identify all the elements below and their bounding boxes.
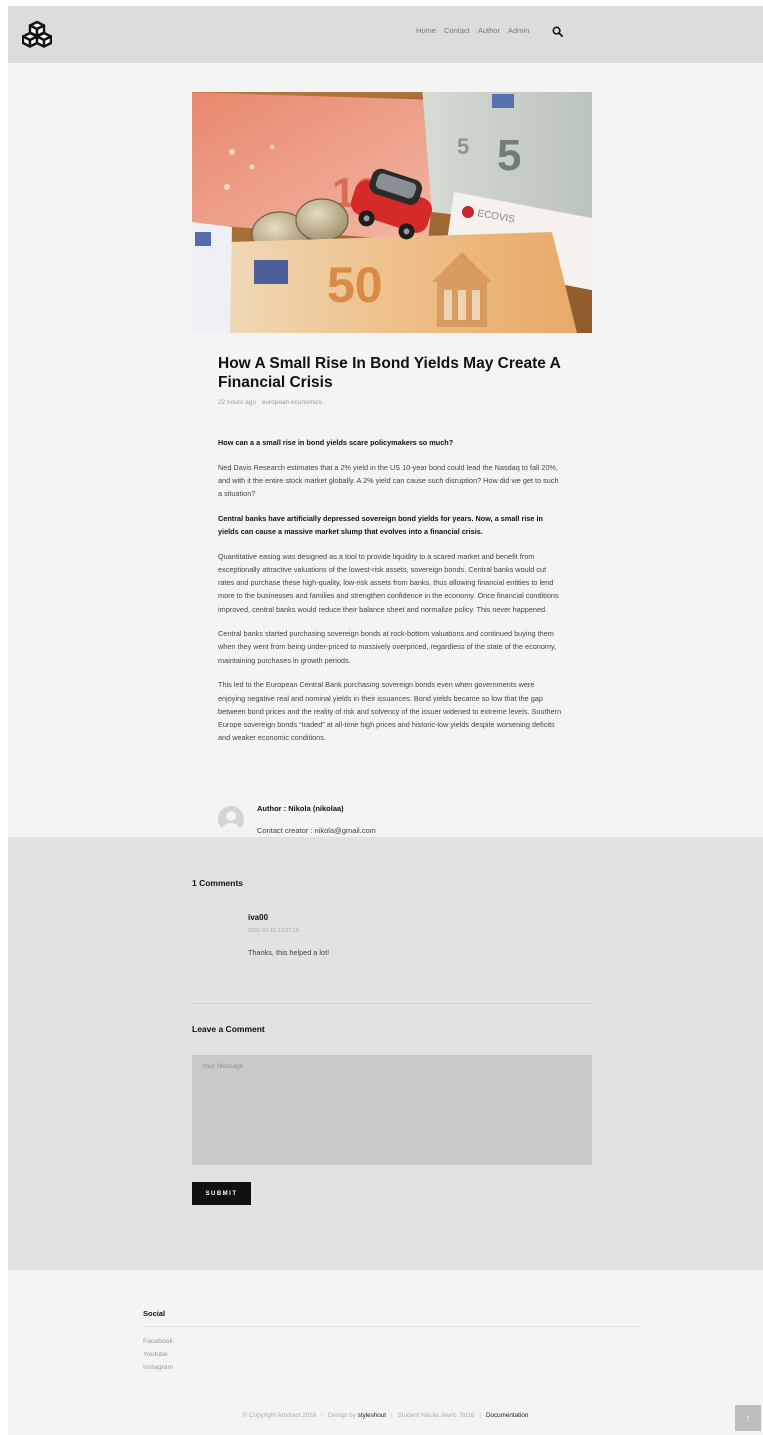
comments-count: 1 Comments: [192, 878, 244, 888]
documentation-link[interactable]: Documentation: [486, 1412, 528, 1419]
leave-comment-title: Leave a Comment: [192, 1024, 265, 1034]
author-name: Author : Nikola (nikolaa): [257, 804, 344, 813]
post-paragraph: Ned Davis Research estimates that a 2% y…: [218, 462, 559, 499]
post-body: How can a a small rise in bond yields sc…: [218, 436, 563, 756]
nav-contact[interactable]: Contact: [444, 26, 470, 35]
social-link-youtube[interactable]: Youtube: [143, 1348, 173, 1361]
arrow-up-icon: ↑: [745, 1412, 751, 1424]
post-paragraph: Central banks have artificially depresse…: [218, 513, 543, 537]
message-input[interactable]: [192, 1055, 592, 1165]
divider: [143, 1326, 640, 1327]
comment-date: 2021-03-15 21:07:18: [248, 928, 300, 934]
svg-text:5: 5: [457, 134, 469, 159]
separator: |: [321, 1412, 323, 1419]
design-by-label: Design by: [327, 1412, 356, 1419]
post-hero-image: 10 5 5 ECOVIS 50: [192, 92, 592, 333]
author-contact: Contact creator : nikola@gmail.com: [257, 826, 376, 835]
post-meta: 22 hours ago european economics: [218, 399, 322, 406]
main-nav: Home Contact Author Admin: [416, 26, 529, 35]
author-avatar: [218, 806, 244, 832]
comment-author: iva00: [248, 913, 269, 922]
submit-button[interactable]: SUBMIT: [192, 1182, 251, 1205]
comments-section: 1 Comments iva00 2021-03-15 21:07:18 Tha…: [8, 837, 763, 1270]
site-header: Home Contact Author Admin: [8, 6, 763, 63]
social-links: Facebook Youtube Instagram: [143, 1335, 173, 1374]
footer-copyright: © Copyright Abstract 2016 | Design by styl…: [8, 1412, 763, 1419]
divider: [192, 1003, 592, 1004]
separator: |: [479, 1412, 481, 1419]
user-silhouette-icon: [222, 811, 240, 832]
post-paragraph: Quantitative easing was designed as a to…: [218, 551, 559, 614]
comment-text: Thanks, this helped a lot!: [248, 948, 330, 957]
social-link-instagram[interactable]: Instagram: [143, 1361, 173, 1374]
social-title: Social: [143, 1309, 166, 1318]
separator: |: [391, 1412, 393, 1419]
nav-admin[interactable]: Admin: [508, 26, 529, 35]
post-category[interactable]: european economics: [262, 399, 322, 406]
designer-link[interactable]: styleshout: [358, 1412, 386, 1419]
cubes-logo-icon[interactable]: [22, 20, 52, 48]
post-paragraph: This led to the European Central Bank pu…: [218, 680, 562, 743]
svg-text:50: 50: [327, 257, 383, 313]
nav-home[interactable]: Home: [416, 26, 436, 35]
back-to-top-button[interactable]: ↑: [735, 1405, 761, 1431]
page: Home Contact Author Admin 5 5 ECOVIS 50 …: [8, 6, 763, 1435]
post-title: How A Small Rise In Bond Yields May Crea…: [218, 355, 561, 391]
social-link-facebook[interactable]: Facebook: [143, 1335, 173, 1348]
post-time: 22 hours ago: [218, 399, 256, 406]
svg-text:5: 5: [497, 131, 521, 180]
search-icon[interactable]: [552, 26, 563, 37]
copyright-text: © Copyright Abstract 2016: [242, 1412, 317, 1419]
post-paragraph: Central banks started purchasing soverei…: [218, 629, 557, 665]
student-text: Student Nikola Jevric 78/18: [397, 1412, 475, 1419]
post-paragraph: How can a a small rise in bond yields sc…: [218, 438, 454, 447]
nav-author[interactable]: Author: [478, 26, 500, 35]
